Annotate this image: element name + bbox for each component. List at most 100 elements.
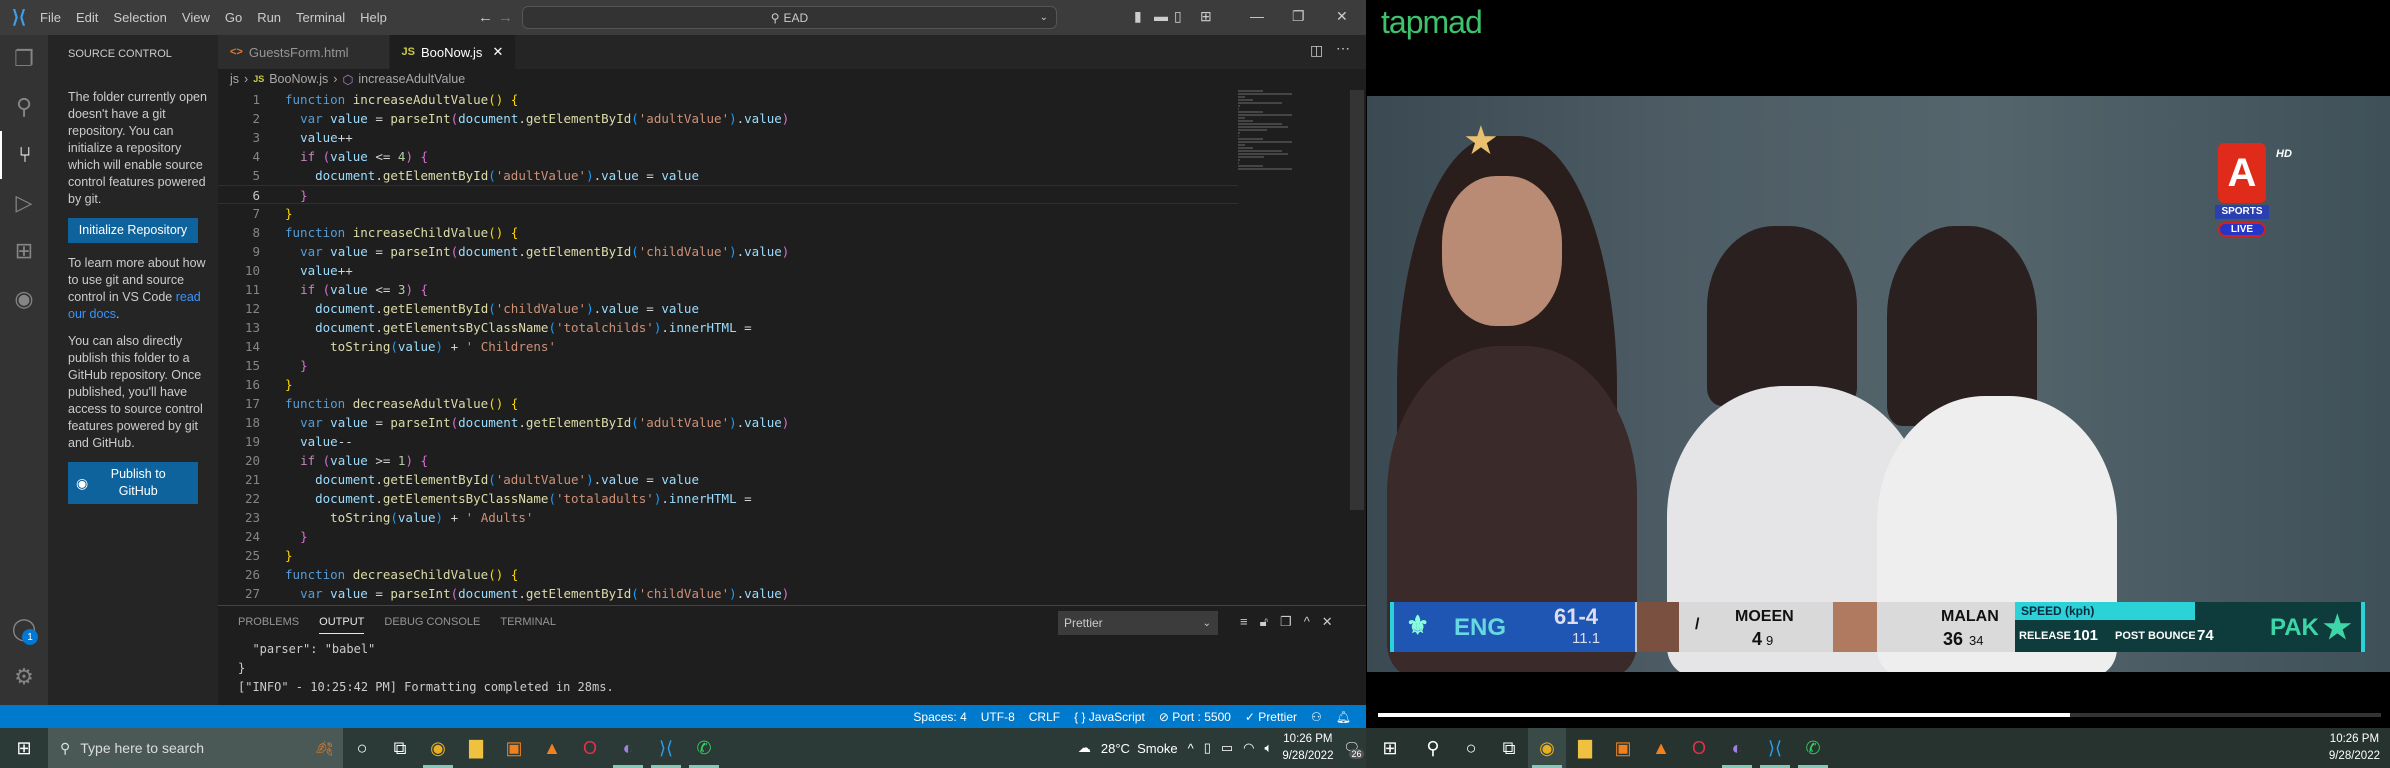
split-editor-icon[interactable]: ◫ <box>1310 42 1323 59</box>
taskbar-search-box[interactable]: ⚲ Type here to search 🍂︎ <box>48 728 343 768</box>
panel-tab-terminal[interactable]: TERMINAL <box>500 616 556 634</box>
code-token: ) <box>405 282 413 297</box>
open-log-icon[interactable]: ❐ <box>1280 614 1292 630</box>
customize-layout-icon[interactable]: ⊞ <box>1200 8 1212 25</box>
wifi-icon[interactable]: ◠ <box>1243 740 1254 756</box>
forward-arrow-icon[interactable]: → <box>498 9 513 26</box>
code-token: value <box>330 453 368 468</box>
chrome-icon[interactable]: ◉ <box>419 728 457 768</box>
restore-button[interactable]: ❐ <box>1292 8 1305 25</box>
status-item[interactable]: ⊘ Port : 5500 <box>1159 710 1231 724</box>
panel-tab-problems[interactable]: PROBLEMS <box>238 616 299 634</box>
file-explorer-icon[interactable]: ▇ <box>457 728 495 768</box>
tab-guestsform-html[interactable]: <> GuestsForm.html <box>218 35 390 69</box>
tapmad-logo[interactable]: tapmad <box>1381 4 1483 41</box>
maximize-panel-icon[interactable]: ^ <box>1304 614 1310 630</box>
cortana-icon[interactable]: ○ <box>343 728 381 768</box>
pdf-reader-icon[interactable]: ▣ <box>1604 728 1642 768</box>
code-editor[interactable]: 1 function increaseAdultValue() {2 var va… <box>218 90 1238 605</box>
menu-item-edit[interactable]: Edit <box>76 10 98 25</box>
breadcrumb-folder[interactable]: js <box>230 72 239 86</box>
weather-text[interactable]: 28°C Smoke <box>1101 741 1178 756</box>
minimap[interactable] <box>1238 90 1328 170</box>
editor-scrollbar[interactable] <box>1350 90 1364 605</box>
search-icon[interactable]: ⚲ <box>1414 728 1452 768</box>
publish-to-github-button[interactable]: ◉ Publish to GitHub <box>68 462 198 504</box>
menu-item-go[interactable]: Go <box>225 10 242 25</box>
whatsapp-icon[interactable]: ✆ <box>685 728 723 768</box>
explorer-icon[interactable]: ❐ <box>0 35 48 83</box>
windows-start-icon[interactable]: ⊞ <box>0 728 48 768</box>
file-explorer-icon[interactable]: ▇ <box>1566 728 1604 768</box>
menu-item-file[interactable]: File <box>40 10 61 25</box>
live-share-icon[interactable]: ⚇ <box>1311 710 1322 724</box>
status-item[interactable]: UTF-8 <box>981 710 1015 724</box>
video-progress-bar[interactable] <box>1378 713 2381 717</box>
tab-boonow-js[interactable]: JS BooNow.js ✕ <box>389 35 517 69</box>
tray-usb-icon[interactable]: ▯ <box>1204 740 1211 756</box>
status-item[interactable]: CRLF <box>1029 710 1060 724</box>
panel-tab-output[interactable]: OUTPUT <box>319 616 365 634</box>
notification-center-icon[interactable]: 🗨︎ 26 <box>1343 740 1364 759</box>
notifications-bell-icon[interactable]: 🔔︎ <box>1336 710 1351 724</box>
extensions-icon[interactable]: ⊞ <box>0 227 48 275</box>
vscode-taskbar-icon[interactable]: ⟩⟨ <box>647 728 685 768</box>
vlc-icon[interactable]: ▲ <box>1642 728 1680 768</box>
opera-icon[interactable]: O <box>1680 728 1718 768</box>
clear-output-icon[interactable]: ≡ <box>1240 614 1248 630</box>
run-debug-icon[interactable]: ▷ <box>0 179 48 227</box>
windows-start-icon[interactable]: ⊞ <box>1366 728 1414 768</box>
toggle-secondary-sidebar-icon[interactable]: ▯ <box>1174 8 1182 25</box>
search-icon[interactable]: ⚲ <box>0 83 48 131</box>
command-center-search[interactable]: ⚲ EAD ⌄ <box>522 6 1057 29</box>
cortana-icon[interactable]: ○ <box>1452 728 1490 768</box>
minimize-button[interactable]: — <box>1250 8 1264 24</box>
code-token: value <box>330 149 368 164</box>
bittorrent-icon[interactable]: ◐ <box>609 728 647 768</box>
taskbar-clock[interactable]: 10:26 PM 9/28/2022 <box>2329 731 2390 765</box>
lock-scroll-icon[interactable]: 🔓︎ <box>1260 614 1268 630</box>
js-file-icon: JS <box>401 46 416 58</box>
close-panel-icon[interactable]: ✕ <box>1322 614 1333 630</box>
menu-item-terminal[interactable]: Terminal <box>296 10 345 25</box>
github-icon[interactable]: ◉ <box>0 275 48 323</box>
menu-item-help[interactable]: Help <box>360 10 387 25</box>
tray-chevron-icon[interactable]: ^ <box>1188 741 1194 756</box>
task-view-icon[interactable]: ⧉ <box>381 728 419 768</box>
vscode-taskbar-icon[interactable]: ⟩⟨ <box>1756 728 1794 768</box>
scrollbar-thumb[interactable] <box>1350 90 1364 510</box>
batter1-photo <box>1637 602 1679 652</box>
more-actions-icon[interactable]: ⋯ <box>1336 40 1350 57</box>
output-channel-select[interactable]: Prettier ⌄ <box>1058 611 1218 635</box>
chrome-icon[interactable]: ◉ <box>1528 728 1566 768</box>
source-control-icon[interactable]: ⑂ <box>0 131 48 179</box>
vlc-icon[interactable]: ▲ <box>533 728 571 768</box>
chevron-down-icon[interactable]: ⌄ <box>1040 12 1048 23</box>
bittorrent-icon[interactable]: ◐ <box>1718 728 1756 768</box>
initialize-repository-button[interactable]: Initialize Repository <box>68 218 198 243</box>
back-arrow-icon[interactable]: ← <box>478 9 493 26</box>
menu-item-view[interactable]: View <box>182 10 210 25</box>
tray-battery-icon[interactable]: ▭ <box>1221 740 1233 756</box>
breadcrumb-symbol[interactable]: increaseAdultValue <box>358 72 465 86</box>
status-item[interactable]: { } JavaScript <box>1074 710 1145 724</box>
menu-item-selection[interactable]: Selection <box>113 10 166 25</box>
status-item[interactable]: Spaces: 4 <box>913 710 966 724</box>
panel-tab-debug-console[interactable]: DEBUG CONSOLE <box>384 616 480 634</box>
settings-gear-icon[interactable]: ⚙ <box>0 653 48 701</box>
whatsapp-icon[interactable]: ✆ <box>1794 728 1832 768</box>
pdf-reader-icon[interactable]: ▣ <box>495 728 533 768</box>
task-view-icon[interactable]: ⧉ <box>1490 728 1528 768</box>
toggle-panel-icon[interactable]: ▬ <box>1154 8 1168 24</box>
close-button[interactable]: ✕ <box>1336 8 1348 25</box>
breadcrumb-file[interactable]: BooNow.js <box>269 72 328 86</box>
menu-item-run[interactable]: Run <box>257 10 281 25</box>
close-tab-icon[interactable]: ✕ <box>492 44 503 60</box>
taskbar-clock[interactable]: 10:26 PM 9/28/2022 <box>1282 731 1333 765</box>
toggle-sidebar-icon[interactable]: ▮ <box>1134 8 1142 25</box>
opera-icon[interactable]: O <box>571 728 609 768</box>
accounts-icon[interactable]: ◯ 1 <box>0 605 48 653</box>
volume-icon[interactable]: 🔈︎ <box>1265 740 1273 756</box>
status-item[interactable]: ✓ Prettier <box>1245 710 1297 724</box>
